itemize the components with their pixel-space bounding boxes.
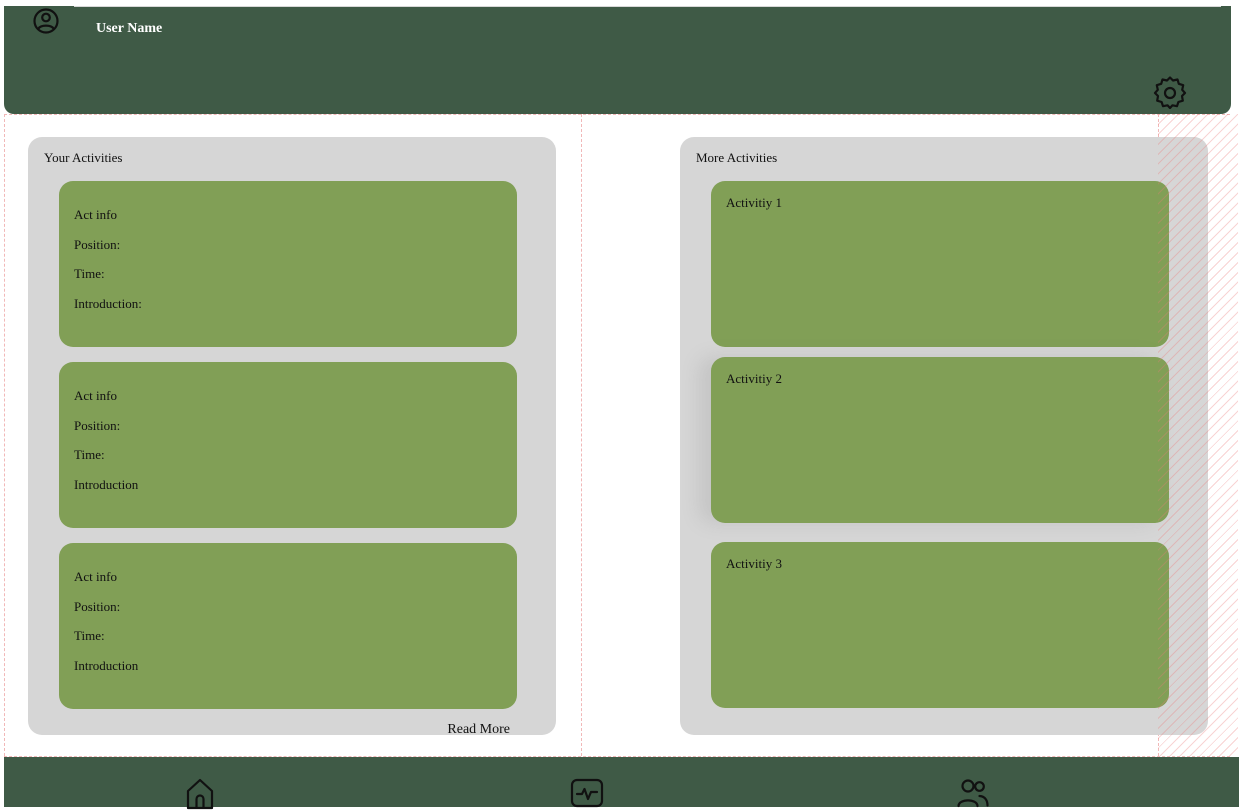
position-label: Position: bbox=[74, 236, 121, 252]
act-info-label: Act info bbox=[74, 388, 117, 403]
more-activity-card-3[interactable]: Activitiy 3 bbox=[711, 542, 1169, 708]
activity-info: Act info Position: Time: Introduction bbox=[74, 570, 138, 688]
activity-monitor-icon[interactable] bbox=[569, 775, 605, 811]
introduction-label: Introduction bbox=[74, 476, 139, 492]
more-activities-title: More Activities bbox=[696, 150, 778, 165]
layout-guide-center bbox=[581, 114, 582, 756]
activity-info: Act info Position: Time: Introduction: bbox=[74, 208, 142, 326]
act-info-label: Act info bbox=[74, 569, 117, 584]
activity-title: Activitiy 3 bbox=[726, 556, 782, 571]
more-activities-panel: More Activities Activitiy 1 Activitiy 2 … bbox=[680, 137, 1208, 735]
home-icon[interactable] bbox=[182, 775, 218, 811]
gear-icon[interactable] bbox=[1152, 73, 1188, 109]
activity-info: Act info Position: Time: Introduction bbox=[74, 389, 138, 507]
time-label: Time: bbox=[74, 628, 105, 643]
position-label: Position: bbox=[74, 417, 121, 433]
your-activity-card-2[interactable]: Act info Position: Time: Introduction bbox=[59, 362, 517, 528]
activity-title: Activitiy 1 bbox=[726, 195, 782, 210]
your-activities-title: Your Activities bbox=[44, 150, 123, 165]
bottom-navigation bbox=[4, 757, 1239, 810]
read-more-link[interactable]: Read More bbox=[447, 722, 510, 738]
your-activity-card-3[interactable]: Act info Position: Time: Introduction bbox=[59, 543, 517, 709]
activity-title: Activitiy 2 bbox=[726, 371, 782, 386]
layout-guide-top bbox=[4, 114, 1230, 115]
position-label: Position: bbox=[74, 598, 121, 614]
users-icon[interactable] bbox=[955, 775, 991, 811]
time-label: Time: bbox=[74, 447, 105, 462]
your-activity-card-1[interactable]: Act info Position: Time: Introduction: bbox=[59, 181, 517, 347]
more-activity-card-2[interactable]: Activitiy 2 bbox=[711, 357, 1169, 523]
top-header: User Name bbox=[4, 6, 1231, 114]
header-divider-line bbox=[74, 6, 1221, 7]
act-info-label: Act info bbox=[74, 207, 117, 222]
more-activity-card-1[interactable]: Activitiy 1 bbox=[711, 181, 1169, 347]
user-circle-icon[interactable] bbox=[28, 6, 64, 42]
introduction-label: Introduction bbox=[74, 657, 139, 673]
time-label: Time: bbox=[74, 266, 105, 281]
layout-guide-left bbox=[4, 114, 5, 756]
user-name-label: User Name bbox=[96, 21, 163, 36]
introduction-label: Introduction: bbox=[74, 295, 142, 311]
your-activities-panel: Your Activities Act info Position: Time:… bbox=[28, 137, 556, 738]
